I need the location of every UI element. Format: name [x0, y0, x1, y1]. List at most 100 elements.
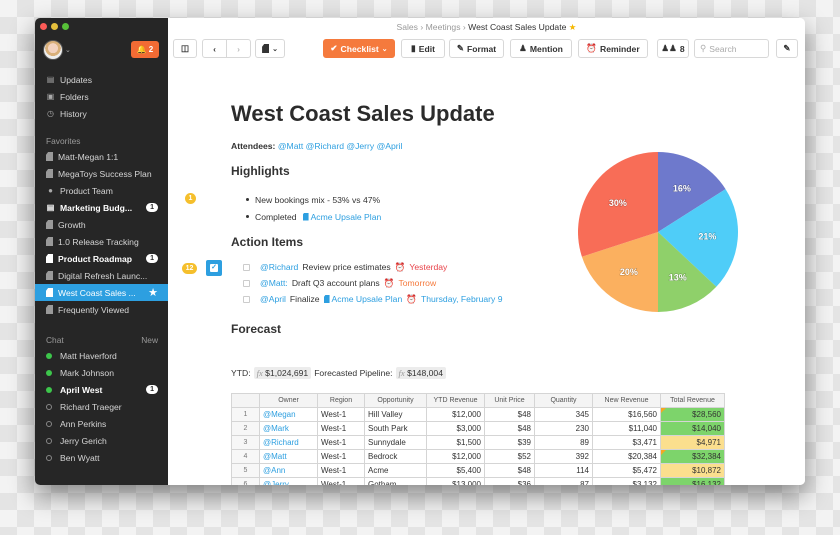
row-number[interactable]: 5 [231, 463, 260, 478]
quantity-cell[interactable]: 87 [534, 477, 593, 485]
chat-item[interactable]: Jerry Gerich [35, 432, 168, 449]
column-header[interactable] [231, 393, 260, 408]
nav-item-history[interactable]: ◷ History [35, 105, 168, 122]
favorite-item[interactable]: ▤ Marketing Budg... 1 [35, 199, 168, 216]
due-date[interactable]: Yesterday [409, 262, 447, 272]
chat-item[interactable]: Ann Perkins [35, 415, 168, 432]
owner-cell[interactable]: @Ann [259, 463, 318, 478]
region-cell[interactable]: West-1 [317, 407, 365, 422]
back-button[interactable]: ‹ [202, 39, 227, 58]
column-header[interactable]: Total Revenue [660, 393, 725, 408]
new-revenue-cell[interactable]: $5,472 [592, 463, 661, 478]
favorite-item[interactable]: Frequently Viewed [35, 301, 168, 318]
document-title[interactable]: West Coast Sales Update [231, 101, 495, 127]
opportunity-cell[interactable]: Acme [364, 463, 427, 478]
toggle-sidebar-button[interactable]: ◫ [173, 39, 197, 58]
chat-item[interactable]: Mark Johnson [35, 364, 168, 381]
column-header[interactable]: Quantity [534, 393, 593, 408]
breadcrumb-item[interactable]: Meetings [426, 22, 461, 32]
quantity-cell[interactable]: 392 [534, 449, 593, 464]
new-revenue-cell[interactable]: $20,384 [592, 449, 661, 464]
document-menu-button[interactable]: ⌄ [255, 39, 285, 58]
owner-cell[interactable]: @Richard [259, 435, 318, 450]
assignee-mention[interactable]: @April [260, 294, 286, 304]
due-date[interactable]: Thursday, February 9 [421, 294, 503, 304]
total-revenue-cell[interactable]: $10,872 [660, 463, 725, 478]
ytd-revenue-cell[interactable]: $1,500 [426, 435, 485, 450]
new-revenue-cell[interactable]: $11,040 [592, 421, 661, 436]
ytd-formula[interactable]: fx $1,024,691 [253, 367, 312, 379]
checklist-button[interactable]: ✔ Checklist ⌄ [323, 39, 395, 58]
format-button[interactable]: ✎ Format [449, 39, 504, 58]
chat-item[interactable]: Matt Haverford [35, 347, 168, 364]
quantity-cell[interactable]: 89 [534, 435, 593, 450]
region-cell[interactable]: West-1 [317, 435, 365, 450]
pipeline-formula[interactable]: fx $148,004 [395, 367, 446, 379]
unit-price-cell[interactable]: $48 [484, 407, 535, 422]
region-cell[interactable]: West-1 [317, 477, 365, 485]
ytd-revenue-cell[interactable]: $13,000 [426, 477, 485, 485]
breadcrumb-item[interactable]: Sales [396, 22, 418, 32]
column-header[interactable]: YTD Revenue [426, 393, 485, 408]
favorite-item[interactable]: ● Product Team [35, 182, 168, 199]
favorite-item[interactable]: Growth [35, 216, 168, 233]
opportunity-cell[interactable]: Hill Valley [364, 407, 427, 422]
new-revenue-cell[interactable]: $3,132 [592, 477, 661, 485]
total-revenue-cell[interactable]: $32,384 [660, 449, 725, 464]
row-number[interactable]: 4 [231, 449, 260, 464]
nav-item-folders[interactable]: ▣ Folders [35, 88, 168, 105]
owner-cell[interactable]: @Jerry [259, 477, 318, 485]
comment-count-badge[interactable]: 1 [185, 193, 196, 204]
column-header[interactable]: Owner [259, 393, 318, 408]
unit-price-cell[interactable]: $36 [484, 477, 535, 485]
attendees-mentions[interactable]: @Matt @Richard @Jerry @April [278, 141, 403, 151]
region-cell[interactable]: West-1 [317, 449, 365, 464]
ytd-revenue-cell[interactable]: $5,400 [426, 463, 485, 478]
task-checkbox[interactable] [243, 295, 250, 303]
unit-price-cell[interactable]: $52 [484, 449, 535, 464]
owner-cell[interactable]: @Megan [259, 407, 318, 422]
row-number[interactable]: 6 [231, 477, 260, 485]
star-icon[interactable]: ★ [569, 22, 577, 32]
opportunity-cell[interactable]: Gotham [364, 477, 427, 485]
notifications-button[interactable]: 🔔 2 [131, 41, 159, 58]
region-cell[interactable]: West-1 [317, 463, 365, 478]
column-header[interactable]: New Revenue [592, 393, 661, 408]
unit-price-cell[interactable]: $48 [484, 421, 535, 436]
new-chat-button[interactable]: New [141, 335, 158, 345]
chat-item[interactable]: Ben Wyatt [35, 449, 168, 466]
total-revenue-cell[interactable]: $16,132 [660, 477, 725, 485]
account-menu[interactable]: ⌄ [43, 40, 71, 60]
column-header[interactable]: Opportunity [364, 393, 427, 408]
owner-cell[interactable]: @Matt [259, 449, 318, 464]
unit-price-cell[interactable]: $39 [484, 435, 535, 450]
task-checkbox[interactable] [243, 279, 250, 287]
favorite-item[interactable]: 1.0 Release Tracking [35, 233, 168, 250]
total-revenue-cell[interactable]: $14,040 [660, 421, 725, 436]
ytd-revenue-cell[interactable]: $3,000 [426, 421, 485, 436]
opportunity-cell[interactable]: South Park [364, 421, 427, 436]
total-revenue-cell[interactable]: $28,560 [660, 407, 725, 422]
ytd-revenue-cell[interactable]: $12,000 [426, 449, 485, 464]
opportunity-cell[interactable]: Bedrock [364, 449, 427, 464]
search-input[interactable]: ⚲ Search [694, 39, 769, 58]
compose-button[interactable]: ✎ [776, 39, 798, 58]
favorite-item[interactable]: Matt-Megan 1:1 [35, 148, 168, 165]
quantity-cell[interactable]: 114 [534, 463, 593, 478]
unit-price-cell[interactable]: $48 [484, 463, 535, 478]
edit-button[interactable]: ▮ Edit [401, 39, 445, 58]
new-revenue-cell[interactable]: $16,560 [592, 407, 661, 422]
owner-cell[interactable]: @Mark [259, 421, 318, 436]
minimize-window-button[interactable] [51, 23, 58, 30]
due-date[interactable]: Tomorrow [398, 278, 436, 288]
quantity-cell[interactable]: 345 [534, 407, 593, 422]
favorite-item[interactable]: MegaToys Success Plan [35, 165, 168, 182]
document-link[interactable]: Acme Upsale Plan [323, 294, 402, 304]
chat-item[interactable]: Richard Traeger [35, 398, 168, 415]
row-number[interactable]: 1 [231, 407, 260, 422]
chat-item[interactable]: April West 1 [35, 381, 168, 398]
close-window-button[interactable] [40, 23, 47, 30]
row-number[interactable]: 3 [231, 435, 260, 450]
favorite-item[interactable]: Product Roadmap 1 [35, 250, 168, 267]
task-checkbox[interactable] [243, 263, 250, 271]
